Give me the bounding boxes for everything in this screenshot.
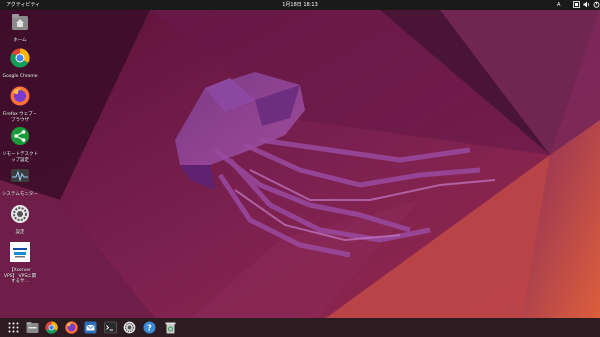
remote-desktop-icon — [11, 127, 29, 145]
help-icon: ? — [143, 321, 156, 334]
desktop-item-label: Google Chrome — [2, 74, 38, 79]
desktop-item-label: 【Xserver VPS】 VPSに関するサ… — [3, 268, 37, 284]
dock-mail[interactable] — [84, 321, 97, 334]
firefox-icon — [65, 321, 78, 334]
desktop-item-label: ホーム — [13, 38, 27, 43]
dock-files[interactable] — [26, 321, 39, 334]
desktop-item-label: 設定 — [15, 230, 25, 235]
desktop-item-xserver-vps[interactable]: 【Xserver VPS】 VPSに関するサ… — [2, 242, 38, 285]
chrome-icon — [45, 321, 58, 334]
desktop-item-chrome[interactable]: Google Chrome — [2, 48, 38, 80]
desktop-item-firefox[interactable]: Firefox ウェブ・ブラウザ — [2, 86, 38, 123]
desktop-item-remote-desktop[interactable]: リモートデスクトップ設定 — [2, 126, 38, 163]
input-method-indicator[interactable]: A — [557, 2, 560, 8]
dock-trash[interactable] — [164, 321, 177, 334]
dock: ? — [0, 318, 600, 337]
files-icon — [26, 322, 39, 333]
volume-icon — [583, 1, 590, 8]
firefox-icon — [10, 86, 30, 106]
svg-text:?: ? — [147, 324, 152, 333]
desktop-wallpaper — [0, 0, 600, 337]
app-grid-icon — [8, 322, 19, 333]
dock-firefox[interactable] — [65, 321, 78, 334]
terminal-icon — [104, 321, 117, 334]
system-tray[interactable] — [573, 1, 600, 8]
home-folder-icon — [12, 14, 28, 30]
desktop-item-label: リモートデスクトップ設定 — [2, 152, 38, 163]
desktop-item-home[interactable]: ホーム — [2, 12, 38, 44]
system-monitor-icon — [11, 169, 29, 182]
power-icon — [593, 1, 600, 8]
desktop-item-label: システムモニター — [2, 192, 38, 197]
settings-icon — [11, 205, 29, 223]
top-bar: アクティビティ 1月18日 18:13 A — [0, 0, 600, 10]
dock-settings[interactable] — [123, 321, 136, 334]
settings-icon — [123, 321, 136, 334]
chrome-icon — [10, 48, 30, 68]
mail-icon — [84, 321, 97, 334]
desktop-item-label: Firefox ウェブ・ブラウザ — [2, 112, 38, 123]
trash-icon — [165, 322, 176, 334]
network-icon — [573, 1, 580, 8]
show-apps-button[interactable] — [7, 321, 20, 334]
desktop-item-system-monitor[interactable]: システムモニター — [2, 166, 38, 198]
desktop-item-settings[interactable]: 設定 — [2, 204, 38, 236]
dock-chrome[interactable] — [45, 321, 58, 334]
dock-terminal[interactable] — [104, 321, 117, 334]
clock[interactable]: 1月18日 18:13 — [0, 2, 600, 8]
xserver-vps-icon — [10, 242, 30, 262]
dock-help[interactable]: ? — [143, 321, 156, 334]
